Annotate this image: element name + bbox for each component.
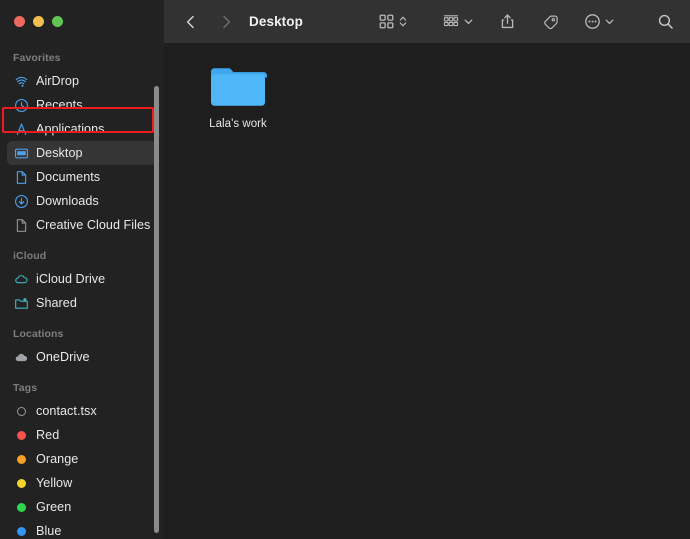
back-button[interactable] — [178, 9, 204, 35]
sidebar-section-locations: Locations — [13, 328, 64, 340]
sidebar-item-documents[interactable]: Documents — [7, 165, 157, 189]
sidebar-item-label: contact.tsx — [36, 404, 97, 418]
file-item-folder[interactable]: Lala's work — [186, 59, 290, 130]
search-button[interactable] — [653, 9, 678, 35]
minimize-button[interactable] — [33, 16, 44, 27]
sidebar-item-onedrive[interactable]: OneDrive — [7, 345, 157, 369]
sidebar-item-label: Documents — [36, 170, 101, 184]
sidebar-item-downloads[interactable]: Downloads — [7, 189, 157, 213]
share-button[interactable] — [495, 9, 520, 35]
group-by-button[interactable] — [438, 9, 478, 35]
cloud-gray-icon — [13, 349, 29, 365]
sidebar-item-icloud-drive[interactable]: iCloud Drive — [7, 267, 157, 291]
sidebar-section-tags: Tags — [13, 382, 38, 394]
tag-dot-icon — [13, 475, 29, 491]
finder-window: Favorites AirDrop Recents Applications D… — [0, 0, 690, 539]
group-icon — [443, 15, 459, 27]
sidebar-item-recents[interactable]: Recents — [7, 93, 157, 117]
sidebar-item-label: AirDrop — [36, 74, 80, 88]
sidebar: Favorites AirDrop Recents Applications D… — [0, 0, 164, 539]
sidebar-item-applications[interactable]: Applications — [7, 117, 157, 141]
sidebar-section-favorites: Favorites — [13, 52, 61, 64]
sidebar-item-airdrop[interactable]: AirDrop — [7, 69, 157, 93]
tag-dot-icon — [13, 499, 29, 515]
applications-icon — [13, 121, 29, 137]
forward-button[interactable] — [213, 9, 239, 35]
sidebar-item-label: iCloud Drive — [36, 272, 106, 286]
sidebar-item-label: Downloads — [36, 194, 99, 208]
sidebar-item-desktop[interactable]: Desktop — [7, 141, 157, 165]
sidebar-item-label: OneDrive — [36, 350, 90, 364]
shared-folder-icon — [13, 295, 29, 311]
tag-dot-icon — [13, 523, 29, 539]
sidebar-item-label: Applications — [36, 122, 105, 136]
sidebar-scrollbar[interactable] — [154, 86, 159, 533]
chevron-down-icon — [605, 19, 614, 25]
file-grid: Lala's work — [164, 59, 690, 130]
sidebar-item-tag-blue[interactable]: Blue — [7, 519, 157, 539]
sidebar-item-shared[interactable]: Shared — [7, 291, 157, 315]
document-icon — [13, 169, 29, 185]
folder-icon — [209, 63, 267, 111]
more-actions-button[interactable] — [580, 9, 619, 35]
chevron-updown-icon — [399, 16, 407, 27]
sidebar-item-tag-red[interactable]: Red — [7, 423, 157, 447]
sidebar-item-tag-green[interactable]: Green — [7, 495, 157, 519]
content-pane: Desktop Lala's work — [164, 0, 690, 539]
search-icon — [658, 14, 673, 29]
sidebar-item-label: Yellow — [36, 476, 73, 490]
tag-dot-icon — [13, 451, 29, 467]
sidebar-item-label: Creative Cloud Files — [36, 218, 151, 232]
sidebar-item-creative-cloud-files[interactable]: Creative Cloud Files — [7, 213, 157, 237]
ellipsis-icon — [585, 14, 600, 29]
file-name-label: Lala's work — [209, 118, 267, 130]
share-icon — [501, 14, 514, 29]
sidebar-item-label: Blue — [36, 524, 62, 538]
toolbar: Desktop — [164, 0, 690, 43]
sidebar-item-label: Red — [36, 428, 60, 442]
sidebar-item-tag-yellow[interactable]: Yellow — [7, 471, 157, 495]
window-controls — [0, 0, 164, 43]
clock-icon — [13, 97, 29, 113]
sidebar-item-tag-contact-tsx[interactable]: contact.tsx — [7, 399, 157, 423]
tag-button[interactable] — [537, 9, 563, 35]
page-title: Desktop — [249, 14, 303, 29]
icon-view-button[interactable] — [374, 9, 412, 35]
downloads-icon — [13, 193, 29, 209]
file-browser-area[interactable]: Lala's work — [164, 43, 690, 539]
sidebar-item-tag-orange[interactable]: Orange — [7, 447, 157, 471]
sidebar-item-label: Desktop — [36, 146, 83, 160]
sidebar-item-label: Green — [36, 500, 72, 514]
sidebar-item-label: Orange — [36, 452, 79, 466]
sidebar-section-icloud: iCloud — [13, 250, 47, 262]
sidebar-item-label: Shared — [36, 296, 77, 310]
sidebar-scroll-area: Favorites AirDrop Recents Applications D… — [0, 43, 164, 539]
toolbar-actions — [374, 0, 678, 43]
grid-icon — [379, 14, 394, 29]
airdrop-icon — [13, 73, 29, 89]
desktop-icon — [13, 145, 29, 161]
tag-dot-hollow-icon — [13, 403, 29, 419]
tag-dot-icon — [13, 427, 29, 443]
chevron-down-icon — [464, 19, 473, 25]
sidebar-item-label: Recents — [36, 98, 83, 112]
cloud-icon — [13, 271, 29, 287]
tag-icon — [544, 15, 558, 30]
document-icon — [13, 217, 29, 233]
close-button[interactable] — [14, 16, 25, 27]
maximize-button[interactable] — [52, 16, 63, 27]
